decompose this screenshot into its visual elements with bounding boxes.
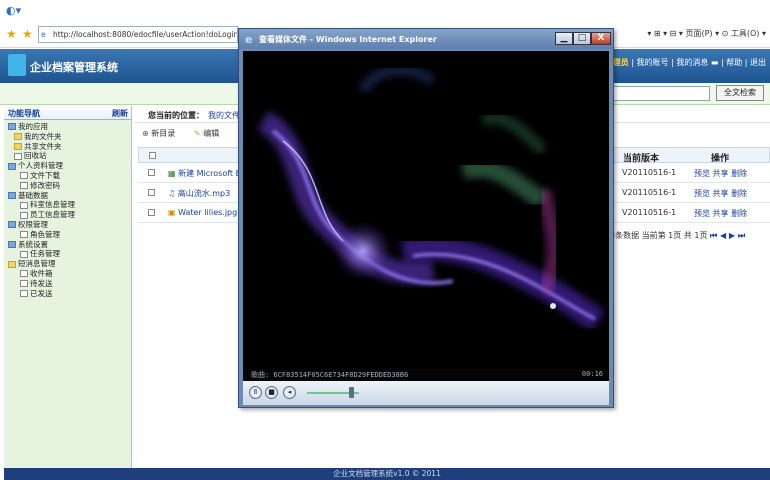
row-checkbox[interactable] xyxy=(148,169,155,176)
tree-item-inbox[interactable]: 收件箱 xyxy=(6,269,131,279)
row-checkbox[interactable] xyxy=(148,209,155,216)
media-visualization[interactable]: 歌曲: 6CF83514F05C6E734F8D29FEDDED38B6 00:… xyxy=(243,51,609,381)
tree-item-sent[interactable]: 已发送 xyxy=(6,289,131,299)
audio-icon: ♫ xyxy=(168,189,176,198)
file-name[interactable]: ▣ Water lilies.jpg xyxy=(168,208,237,217)
visualizer-graphic xyxy=(243,51,609,369)
tree-item-staff[interactable]: 员工信息管理 xyxy=(6,210,131,220)
add-icon: ⊕ xyxy=(142,129,149,138)
pause-button[interactable]: Ⅱ xyxy=(249,386,262,399)
sidebar-header: 功能导航 刷新 xyxy=(4,106,131,120)
favorites-star-icon[interactable]: ★ xyxy=(6,27,17,41)
group-icon xyxy=(8,162,16,170)
app-logo-icon xyxy=(8,54,26,76)
tree-item-shared-folder[interactable]: 共享文件夹 xyxy=(6,142,131,152)
folder-icon xyxy=(8,260,16,268)
footer: 企业文档管理系统v1.0 © 2011 xyxy=(4,468,770,480)
col-version: 当前版本 xyxy=(623,154,660,164)
document-icon xyxy=(20,231,28,239)
tree-item-permission[interactable]: 权限管理 xyxy=(6,220,131,230)
row-actions[interactable]: 预览 共享 删除 xyxy=(694,208,747,219)
col-ops: 操作 xyxy=(711,154,730,164)
tree-item-download[interactable]: 文件下载 xyxy=(6,171,131,181)
tree-item-tasks[interactable]: 任务管理 xyxy=(6,249,131,259)
tree-item-base-data[interactable]: 基础数据 xyxy=(6,191,131,201)
image-icon: ▣ xyxy=(168,208,176,217)
stop-button[interactable]: ■ xyxy=(265,386,278,399)
document-icon xyxy=(20,250,28,258)
ie-icon: e xyxy=(245,33,253,46)
maximize-button[interactable]: □ xyxy=(573,32,591,45)
file-version: V20110516-1 xyxy=(622,208,677,217)
select-all-checkbox[interactable] xyxy=(149,152,156,159)
file-version: V20110516-1 xyxy=(622,188,677,197)
document-icon xyxy=(20,172,28,180)
pager-text: 3条数据 当前第 1页 共 1页 xyxy=(610,231,708,240)
tree-item-recycle-bin[interactable]: 回收站 xyxy=(6,151,131,161)
nav-tree: 我的应用 我的文件夹 共享文件夹 回收站 个人资料管理 文件下载 修改密码 基础… xyxy=(4,120,131,298)
sidebar: 功能导航 刷新 我的应用 我的文件夹 共享文件夹 回收站 个人资料管理 文件下载… xyxy=(4,106,132,468)
app-title: 企业档案管理系统 xyxy=(30,61,118,74)
row-checkbox[interactable] xyxy=(148,189,155,196)
document-icon xyxy=(20,201,28,209)
edit-button[interactable]: ✎ 编辑 xyxy=(194,128,219,139)
folder-icon xyxy=(14,133,22,141)
media-filename: 歌曲: 6CF83514F05C6E734F8D29FEDDED38B6 xyxy=(251,371,409,379)
row-actions[interactable]: 预览 共享 删除 xyxy=(694,168,747,179)
tree-item-outbox[interactable]: 待发送 xyxy=(6,279,131,289)
tree-item-dept[interactable]: 科室信息管理 xyxy=(6,200,131,210)
user-links-text[interactable]: | 我的账号 | 我的消息 ▬ | 帮助 | 退出 xyxy=(631,58,766,67)
edit-icon: ✎ xyxy=(194,129,201,138)
page-icon: e xyxy=(41,30,46,39)
ie-logo-icon[interactable]: ◐▾ xyxy=(6,4,21,17)
tree-item-settings[interactable]: 系统设置 xyxy=(6,240,131,250)
group-icon xyxy=(8,123,16,131)
location-label: 您当前的位置： xyxy=(148,111,204,120)
popup-titlebar[interactable]: e 查看媒体文件 - Windows Internet Explorer ▁ □… xyxy=(239,29,613,49)
tree-item-my-apps[interactable]: 我的应用 xyxy=(6,122,131,132)
search-input[interactable] xyxy=(612,86,710,101)
file-name[interactable]: ♫ 高山流水.mp3 xyxy=(168,188,230,199)
pager-nav[interactable]: ⏮ ◀ ▶ ⏭ xyxy=(710,231,745,240)
group-icon xyxy=(8,240,16,248)
tree-item-profile[interactable]: 个人资料管理 xyxy=(6,161,131,171)
fulltext-search-button[interactable]: 全文检索 xyxy=(716,85,764,101)
volume-knob[interactable] xyxy=(349,387,355,398)
recycle-icon xyxy=(14,152,22,160)
document-icon xyxy=(20,280,28,288)
sidebar-title: 功能导航 xyxy=(8,109,40,118)
media-status-bar: 歌曲: 6CF83514F05C6E734F8D29FEDDED38B6 00:… xyxy=(243,369,609,381)
popup-title: 查看媒体文件 - Windows Internet Explorer xyxy=(259,35,437,44)
row-actions[interactable]: 预览 共享 删除 xyxy=(694,188,747,199)
pager: 3条数据 当前第 1页 共 1页 ⏮ ◀ ▶ ⏭ xyxy=(610,230,745,241)
excel-icon: ▦ xyxy=(168,169,176,178)
document-icon xyxy=(20,211,28,219)
media-popup-window: e 查看媒体文件 - Windows Internet Explorer ▁ □… xyxy=(238,28,614,408)
browser-tools[interactable]: ▾ ⊞ ▾ ⊟ ▾ 页面(P) ▾ ⊙ 工具(O) ▾ xyxy=(647,28,766,39)
folder-icon xyxy=(14,142,22,150)
browser-menubar: ◐▾ xyxy=(0,0,770,22)
tree-item-password[interactable]: 修改密码 xyxy=(6,181,131,191)
address-input[interactable]: e http://localhost:8080/edocfile/userAct… xyxy=(38,26,238,43)
address-text: http://localhost:8080/edocfile/userActio… xyxy=(53,30,238,39)
add-favorite-icon[interactable]: ★ xyxy=(22,27,33,41)
document-icon xyxy=(20,182,28,190)
media-time: 00:16 xyxy=(581,370,603,378)
tree-item-messages[interactable]: 短消息管理 xyxy=(6,259,131,269)
mute-button[interactable]: ◂ xyxy=(283,386,296,399)
new-dir-button[interactable]: ⊕ 新目录 xyxy=(142,128,175,139)
tree-item-my-folder[interactable]: 我的文件夹 xyxy=(6,132,131,142)
document-icon xyxy=(20,270,28,278)
group-icon xyxy=(8,221,16,229)
group-icon xyxy=(8,191,16,199)
user-links[interactable]: 管理员 | 我的账号 | 我的消息 ▬ | 帮助 | 退出 xyxy=(605,57,766,68)
document-icon xyxy=(20,289,28,297)
minimize-button[interactable]: ▁ xyxy=(555,32,573,45)
close-button[interactable]: X xyxy=(591,32,611,45)
file-version: V20110516-1 xyxy=(622,168,677,177)
player-controls: Ⅱ ■ ◂ xyxy=(243,381,609,405)
tree-item-roles[interactable]: 角色管理 xyxy=(6,230,131,240)
refresh-link[interactable]: 刷新 xyxy=(112,108,128,119)
